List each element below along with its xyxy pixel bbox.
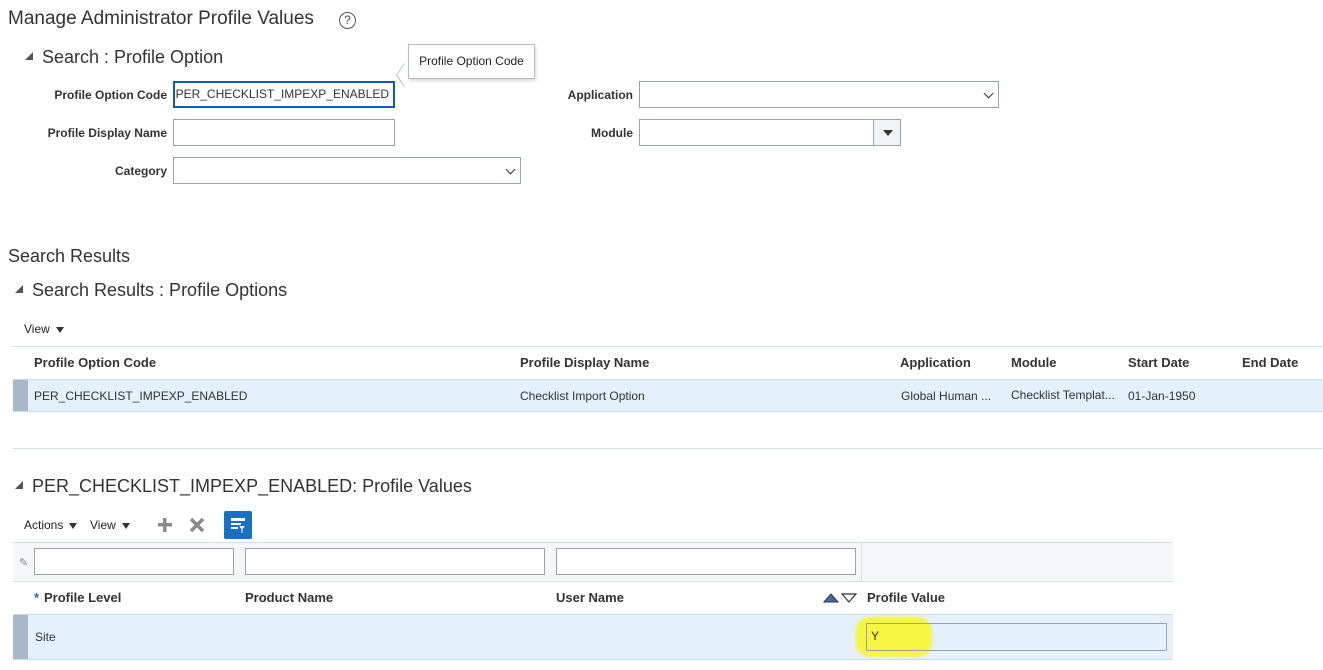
chevron-down-icon <box>505 164 516 175</box>
column-header-profile-option-code[interactable]: Profile Option Code <box>34 355 156 370</box>
application-label: Application <box>567 88 633 102</box>
row-selection-marker <box>13 615 28 659</box>
tooltip: Profile Option Code <box>408 44 535 79</box>
caret-down-icon <box>55 326 64 333</box>
module-dropdown-button[interactable] <box>873 120 900 145</box>
profile-option-code-input[interactable]: PER_CHECKLIST_IMPEXP_ENABLED <box>173 81 395 108</box>
chevron-down-icon <box>983 88 994 99</box>
query-by-example-button[interactable] <box>224 511 252 539</box>
values-view-menu[interactable]: View <box>90 518 130 532</box>
column-header-profile-value[interactable]: Profile Value <box>867 590 945 605</box>
application-select[interactable] <box>639 81 999 108</box>
column-header-product-name[interactable]: Product Name <box>245 590 333 605</box>
sort-ascending-descending-icon <box>822 593 858 603</box>
results-section-title: Search Results : Profile Options <box>32 280 288 300</box>
values-section-title: PER_CHECKLIST_IMPEXP_ENABLED: Profile Va… <box>32 476 472 496</box>
filter-product-name-input[interactable] <box>245 548 545 575</box>
collapse-search-icon[interactable] <box>25 52 33 60</box>
column-header-start-date[interactable]: Start Date <box>1128 355 1189 370</box>
filter-profile-level-input[interactable] <box>34 548 234 575</box>
column-header-profile-display-name[interactable]: Profile Display Name <box>520 355 649 370</box>
delete-button[interactable] <box>184 512 210 538</box>
filter-user-name-input[interactable] <box>556 548 856 575</box>
column-divider <box>861 543 862 581</box>
actions-menu[interactable]: Actions <box>24 518 78 532</box>
profile-display-name-input[interactable] <box>173 119 395 146</box>
column-header-application[interactable]: Application <box>900 355 971 370</box>
profile-option-code-value: PER_CHECKLIST_IMPEXP_ENABLED <box>175 87 389 101</box>
profile-display-name-label: Profile Display Name <box>47 126 167 140</box>
row-selection-marker <box>13 380 28 411</box>
caret-down-icon <box>69 522 78 529</box>
column-header-end-date[interactable]: End Date <box>1242 355 1298 370</box>
search-section-title: Search : Profile Option <box>42 47 224 67</box>
cell-start-date: 01-Jan-1950 <box>1128 389 1196 403</box>
cell-profile-option-code: PER_CHECKLIST_IMPEXP_ENABLED <box>34 389 248 403</box>
module-combobox[interactable] <box>639 119 901 146</box>
section-divider <box>13 448 1323 449</box>
add-button[interactable] <box>152 512 178 538</box>
results-view-label: View <box>24 322 50 336</box>
values-view-label: View <box>90 518 116 532</box>
category-select[interactable] <box>173 157 521 184</box>
column-header-module[interactable]: Module <box>1011 355 1057 370</box>
pencil-icon: ✎ <box>19 557 29 569</box>
delete-icon <box>189 517 205 533</box>
cell-module: Checklist Templat... <box>1011 388 1115 402</box>
cell-application: Global Human ... <box>901 389 992 403</box>
add-icon <box>158 518 172 532</box>
query-by-example-icon <box>231 518 245 533</box>
column-header-profile-level[interactable]: Profile Level <box>44 590 121 605</box>
help-icon[interactable]: ? <box>339 12 356 29</box>
required-marker: * <box>34 590 40 605</box>
cell-profile-display-name: Checklist Import Option <box>520 389 645 403</box>
profile-value-text: Y <box>871 629 880 643</box>
caret-down-icon <box>121 522 130 529</box>
results-table-top-border <box>13 346 1323 347</box>
column-header-user-name[interactable]: User Name <box>556 590 624 605</box>
module-label: Module <box>591 126 633 140</box>
filter-row-border <box>13 581 1173 582</box>
sort-buttons[interactable] <box>822 591 858 608</box>
results-view-menu[interactable]: View <box>24 322 64 336</box>
profile-value-input[interactable]: Y <box>866 623 1167 651</box>
search-results-heading: Search Results <box>8 246 131 266</box>
category-label: Category <box>114 164 167 178</box>
collapse-values-icon[interactable] <box>15 481 23 489</box>
collapse-results-icon[interactable] <box>15 285 23 293</box>
actions-label: Actions <box>24 518 64 532</box>
profile-option-code-label: Profile Option Code <box>54 88 167 102</box>
cell-profile-level: Site <box>35 630 56 644</box>
page-title: Manage Administrator Profile Values <box>8 8 314 29</box>
